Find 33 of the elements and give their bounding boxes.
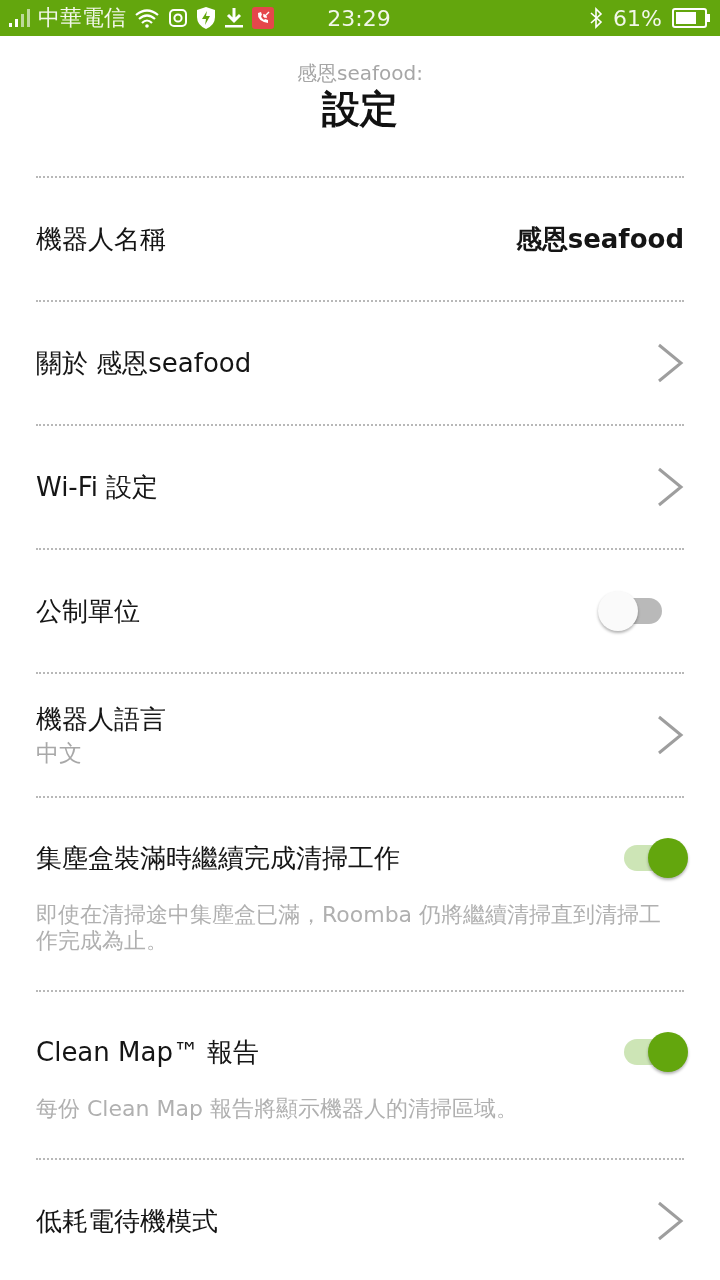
shield-icon [196, 6, 216, 30]
setting-label: 機器人語言 [36, 703, 166, 736]
settings-row[interactable]: 關於 感恩seafood [36, 302, 684, 426]
chevron-right-icon [656, 714, 684, 756]
battery-percent: 61% [613, 5, 662, 31]
setting-label: Wi-Fi 設定 [36, 471, 159, 504]
setting-description: 每份 Clean Map 報告將顯示機器人的清掃區域。 [36, 1096, 519, 1122]
download-icon [224, 7, 244, 29]
setting-value: 感恩seafood [515, 222, 684, 256]
bluetooth-icon [589, 7, 604, 29]
signal-icon [8, 8, 30, 28]
clock-time: 23:29 [327, 5, 391, 31]
header-subtitle: 感恩seafood: [297, 60, 423, 86]
battery-icon [672, 8, 710, 28]
setting-label: 公制單位 [36, 595, 140, 628]
chevron-right-icon [656, 342, 684, 384]
setting-label: 集塵盒裝滿時繼續完成清掃工作 [36, 842, 400, 875]
setting-label: Clean Map™ 報告 [36, 1036, 260, 1069]
settings-row[interactable]: Wi-Fi 設定 [36, 426, 684, 550]
settings-row[interactable]: 機器人語言 中文 [36, 674, 684, 798]
chevron-right-icon [656, 1200, 684, 1242]
camera-icon [168, 8, 188, 28]
page-title: 設定 [322, 86, 398, 132]
setting-label: 低耗電待機模式 [36, 1205, 218, 1238]
missed-call-icon [252, 7, 274, 29]
wifi-icon [134, 8, 160, 28]
setting-description: 即使在清掃途中集塵盒已滿，Roomba 仍將繼續清掃直到清掃工作完成為止。 [36, 902, 663, 954]
chevron-right-icon [656, 466, 684, 508]
setting-label: 機器人名稱 [36, 223, 166, 256]
setting-value: 中文 [36, 739, 83, 768]
carrier-name: 中華電信 [38, 4, 126, 32]
setting-label: 關於 感恩seafood [36, 347, 252, 380]
settings-row[interactable]: 低耗電待機模式 [36, 1160, 684, 1280]
